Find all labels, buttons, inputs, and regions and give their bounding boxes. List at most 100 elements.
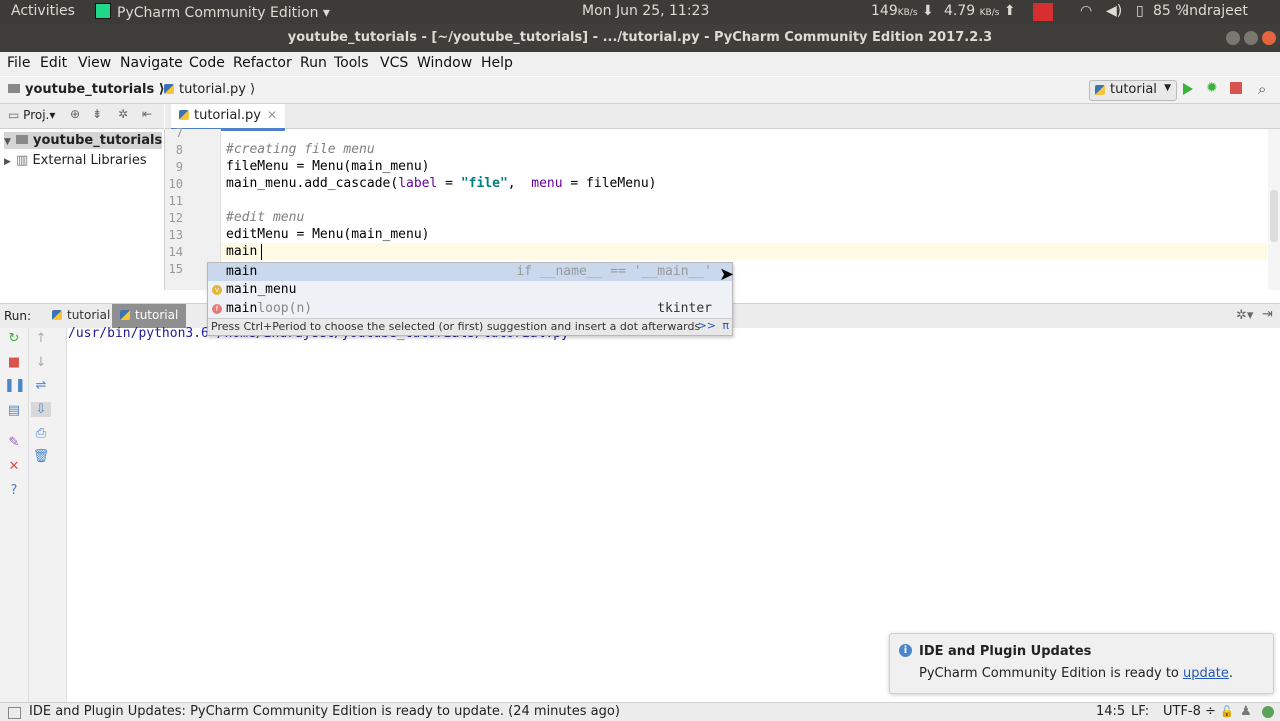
project-view-select[interactable]: ▭ Proj.▾ xyxy=(8,108,55,122)
menu-edit[interactable]: Edit xyxy=(40,55,67,71)
tab-tutorial-py[interactable]: tutorial.py ✕ xyxy=(171,104,286,131)
completion-item[interactable]: f mainloop(n) tkinter xyxy=(208,300,732,318)
record-indicator-icon[interactable] xyxy=(1033,3,1053,21)
collapse-all-icon[interactable]: ⇟ xyxy=(92,107,102,121)
scroll-to-end-icon[interactable]: ⇩ xyxy=(31,402,51,417)
breadcrumb-project[interactable]: youtube_tutorials ⟩ xyxy=(8,82,165,97)
minimize-button[interactable] xyxy=(1226,31,1240,45)
menu-refactor[interactable]: Refactor xyxy=(233,55,292,71)
gear-icon[interactable]: ✲ xyxy=(118,107,128,121)
layout-icon[interactable]: ▤ xyxy=(4,403,24,418)
update-link[interactable]: update xyxy=(1183,666,1229,681)
mouse-cursor-icon: ➤ xyxy=(719,264,735,285)
rerun-icon[interactable]: ↻ xyxy=(4,331,24,346)
battery-icon[interactable]: ▯ xyxy=(1136,3,1144,19)
notification-body-text: PyCharm Community Edition is ready to xyxy=(919,666,1184,681)
hide-panel-icon[interactable]: ⇥ xyxy=(1262,307,1273,322)
completion-item[interactable]: v main_menu xyxy=(208,281,732,299)
window-title-bar: youtube_tutorials - [~/youtube_tutorials… xyxy=(0,24,1280,52)
run-toolbar-primary: ↻ ■ ❚❚ ▤ ✎ ✕ ? xyxy=(0,328,29,702)
breadcrumb-file-label: tutorial.py xyxy=(179,82,246,97)
event-log-icon[interactable] xyxy=(1262,706,1274,718)
menu-file[interactable]: File xyxy=(7,55,30,71)
tab-label: tutorial.py xyxy=(194,108,261,123)
text-caret xyxy=(261,244,262,260)
status-message[interactable]: IDE and Plugin Updates: PyCharm Communit… xyxy=(29,704,620,719)
code-comment: #edit menu xyxy=(226,210,305,225)
download-speed-value: 149 xyxy=(871,3,898,19)
caret-position[interactable]: 14:5 xyxy=(1096,704,1125,719)
tree-item-project-root[interactable]: ▼ youtube_tutorials xyxy=(4,132,162,149)
wifi-icon[interactable]: ◠ xyxy=(1080,3,1092,19)
stop-icon[interactable]: ■ xyxy=(4,355,24,370)
completion-label: main_menu xyxy=(226,282,296,297)
run-configuration-label: tutorial xyxy=(1110,82,1157,97)
line-number: 10 xyxy=(168,177,183,191)
breadcrumb-file[interactable]: tutorial.py ⟩ xyxy=(164,82,255,97)
menu-run[interactable]: Run xyxy=(300,55,327,71)
menu-code[interactable]: Code xyxy=(189,55,225,71)
maximize-button[interactable] xyxy=(1244,31,1258,45)
pycharm-icon xyxy=(95,3,111,19)
close-tab-icon[interactable]: ✕ xyxy=(267,108,277,122)
debug-icon[interactable]: ✹ xyxy=(1206,81,1220,95)
code-token: = xyxy=(437,176,461,191)
python-file-icon xyxy=(164,84,174,94)
user-menu[interactable]: Indrajeet xyxy=(1185,3,1248,19)
autocomplete-hint-text: Press Ctrl+Period to choose the selected… xyxy=(211,320,701,333)
code-line: main_menu.add_cascade(label = "file", me… xyxy=(226,176,657,191)
run-tab-label: tutorial xyxy=(135,308,179,322)
update-notification[interactable]: i IDE and Plugin Updates PyCharm Communi… xyxy=(889,633,1274,694)
help-icon[interactable]: ? xyxy=(4,483,24,498)
line-number: 13 xyxy=(168,228,183,242)
volume-icon[interactable]: ◀) xyxy=(1106,3,1122,19)
activities-button[interactable]: Activities xyxy=(11,3,75,19)
gear-icon[interactable]: ✲▾ xyxy=(1236,308,1253,323)
stop-icon[interactable] xyxy=(1230,82,1242,94)
run-icon[interactable] xyxy=(1183,83,1193,95)
menu-window[interactable]: Window xyxy=(417,55,472,71)
autocomplete-hint-link[interactable]: >> xyxy=(698,319,716,332)
close-button[interactable] xyxy=(1262,31,1276,45)
tree-item-external-libraries[interactable]: ▶ ▥ External Libraries xyxy=(4,153,147,168)
chevron-down-icon: ▼ xyxy=(4,137,11,147)
code-token: , xyxy=(507,176,532,191)
search-icon[interactable]: ⌕ xyxy=(1258,80,1266,98)
pause-icon[interactable]: ❚❚ xyxy=(4,378,26,393)
line-number: 15 xyxy=(168,262,183,276)
tree-item-label: External Libraries xyxy=(32,153,147,168)
scroll-from-source-icon[interactable]: ⊕ xyxy=(70,107,80,121)
app-menu[interactable]: PyCharm Community Edition ▾ xyxy=(95,3,330,21)
inspector-icon[interactable]: ♟ xyxy=(1240,704,1252,719)
chevron-down-icon: ▼ xyxy=(1164,83,1171,93)
print-icon[interactable]: ⎙ xyxy=(31,426,51,441)
menu-navigate[interactable]: Navigate xyxy=(120,55,183,71)
run-tab-tutorial-2[interactable]: tutorial xyxy=(112,304,187,328)
line-separator[interactable]: LF: xyxy=(1131,704,1149,719)
tool-windows-toggle-icon[interactable] xyxy=(8,707,21,719)
soft-wrap-icon[interactable]: ⇌ xyxy=(31,378,51,393)
code-token: main_menu.add_cascade( xyxy=(226,176,399,191)
menu-view[interactable]: View xyxy=(78,55,111,71)
hide-panel-icon[interactable]: ⇤ xyxy=(142,107,152,121)
clock[interactable]: Mon Jun 25, 11:23 xyxy=(582,3,709,19)
menu-vcs[interactable]: VCS xyxy=(380,55,408,71)
pin-icon[interactable]: ✎ xyxy=(4,435,24,450)
window-title: youtube_tutorials - [~/youtube_tutorials… xyxy=(287,30,993,45)
menu-tools[interactable]: Tools xyxy=(334,55,369,71)
pi-icon[interactable]: π xyxy=(722,319,729,332)
autocomplete-popup: main if __name__ == '__main__' v main_me… xyxy=(207,262,733,336)
arrow-up-icon[interactable]: ↑ xyxy=(31,331,51,346)
close-icon[interactable]: ✕ xyxy=(4,459,24,474)
arrow-down-icon[interactable]: ↓ xyxy=(31,355,51,370)
file-encoding-label: UTF-8 xyxy=(1163,704,1201,719)
menu-help[interactable]: Help xyxy=(481,55,513,71)
lock-icon[interactable]: 🔓 xyxy=(1220,705,1234,718)
run-configuration-select[interactable]: tutorial ▼ xyxy=(1089,80,1177,101)
completion-item[interactable]: main if __name__ == '__main__' xyxy=(208,263,732,281)
trash-icon[interactable]: 🗑 xyxy=(31,449,51,464)
editor-scrollbar-thumb[interactable] xyxy=(1270,190,1278,242)
app-name: PyCharm Community Edition xyxy=(117,5,319,21)
file-encoding[interactable]: UTF-8 ÷ xyxy=(1163,704,1216,719)
run-tab-tutorial-1[interactable]: tutorial xyxy=(44,304,118,328)
